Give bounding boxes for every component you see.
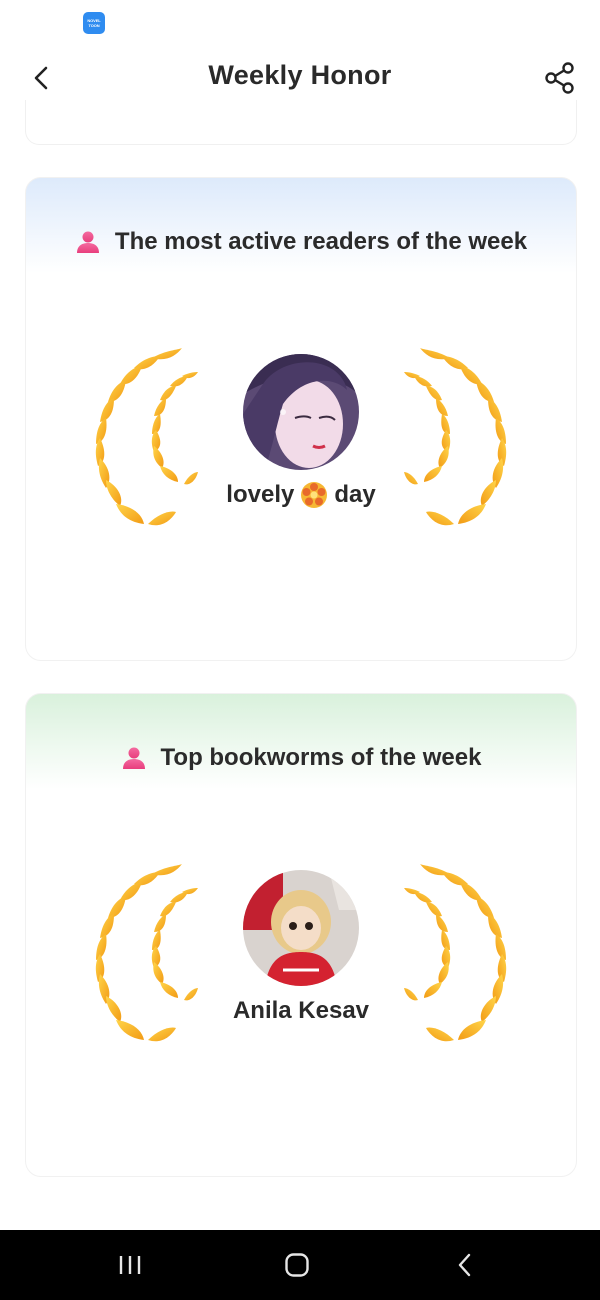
avatar-image [243,870,359,986]
novel-toon-notification-icon: NOVEL TOON [83,12,105,34]
user-name[interactable]: Anila Kesav [26,997,576,1025]
top-bookworms-card: Top bookworms of the week Anila Kesav [25,693,577,1177]
user-name[interactable]: lovely day [26,481,576,509]
home-button[interactable] [272,1248,322,1282]
card-title: Top bookworms of the week [160,744,482,771]
previous-card-bottom [25,100,577,145]
back-nav-button[interactable] [440,1248,490,1282]
user-avatar[interactable] [243,870,359,986]
recent-apps-button[interactable] [105,1248,155,1282]
share-button[interactable] [540,58,580,98]
recent-apps-icon [119,1256,141,1274]
app-icon-label: NOVEL TOON [87,18,101,28]
user-avatar[interactable] [243,354,359,470]
page-title: Weekly Honor [208,60,392,90]
avatar-image [243,354,359,470]
home-icon [285,1253,309,1277]
back-nav-icon [458,1253,471,1277]
status-bar: NOVEL TOON [0,0,600,44]
user-name-part2: day [334,481,376,508]
card-title: The most active readers of the week [114,228,528,255]
card-header: The most active readers of the week [26,224,576,260]
flower-emoji-icon [301,482,328,508]
share-icon [545,62,574,94]
system-navigation-bar [0,1230,600,1300]
card-header: Top bookworms of the week [26,740,576,776]
person-icon [76,231,99,253]
person-icon [122,747,145,769]
user-name-part1: lovely [226,481,295,508]
most-active-readers-card: The most active readers of the week love… [25,177,577,661]
